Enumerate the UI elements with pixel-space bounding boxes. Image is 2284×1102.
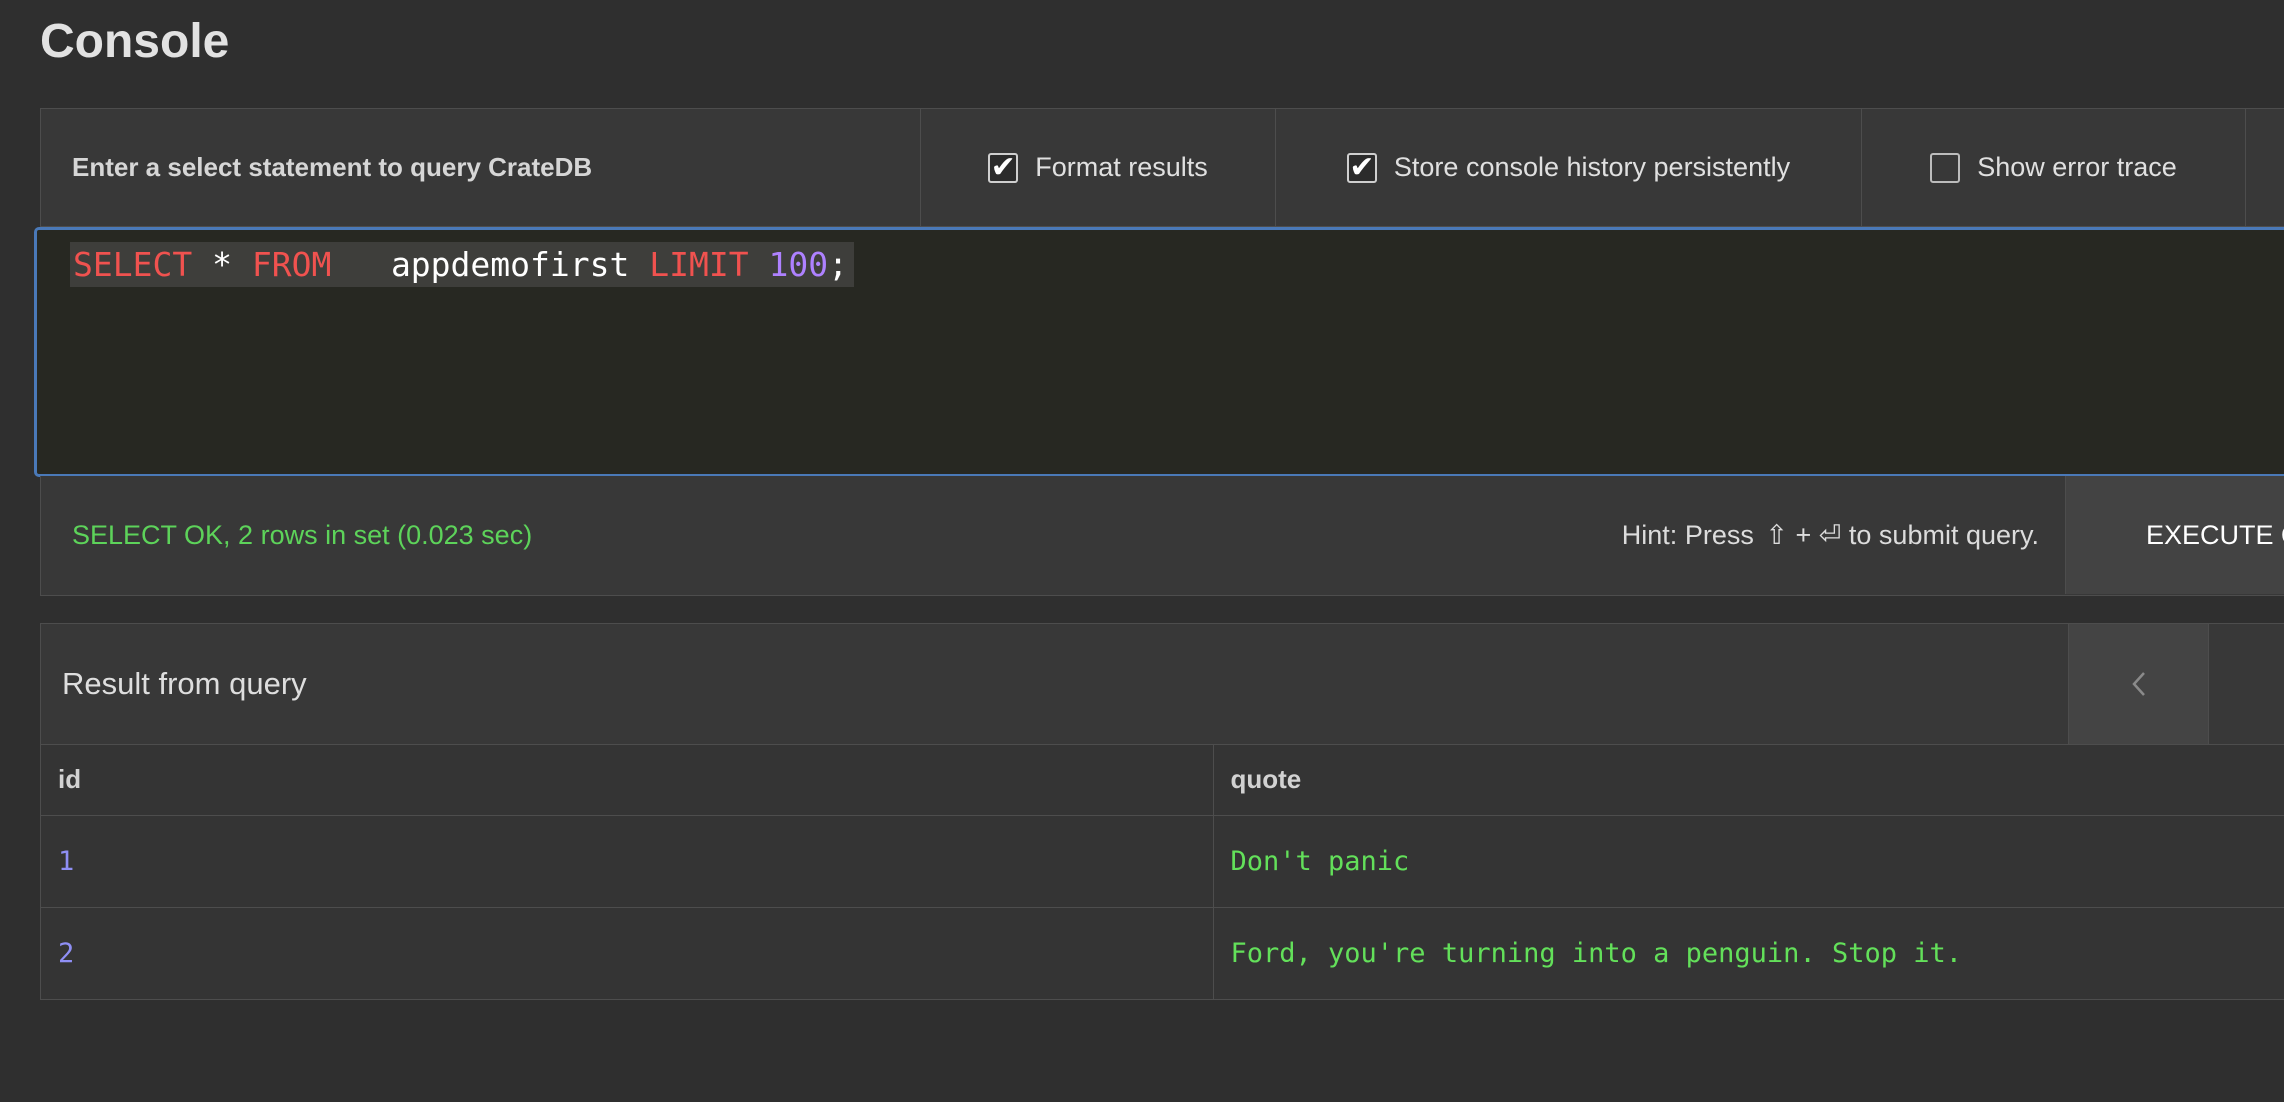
sql-keyword-select: SELECT [73, 245, 193, 284]
execute-query-button[interactable]: EXECUTE QUERY [2065, 476, 2284, 594]
query-status-bar: SELECT OK, 2 rows in set (0.023 sec) Hin… [40, 476, 2284, 596]
previous-page-button[interactable] [2068, 624, 2209, 744]
console-toolbar: Enter a select statement to query CrateD… [40, 108, 2284, 227]
cell-quote: Don't panic [1212, 815, 2284, 908]
query-status-message: SELECT OK, 2 rows in set (0.023 sec) [72, 520, 533, 550]
store-history-option[interactable]: ✔ Store console history persistently [1276, 109, 1862, 226]
console-page: Console Enter a select statement to quer… [0, 0, 2284, 1102]
checkmark-icon: ✔ [990, 149, 1016, 185]
page-title: Console [40, 15, 230, 68]
format-results-option[interactable]: ✔ Format results [921, 109, 1276, 226]
sql-code-line[interactable]: SELECT * FROM appdemofirst LIMIT 100; [70, 242, 854, 287]
query-prompt-label: Enter a select statement to query CrateD… [41, 109, 921, 226]
store-history-label: Store console history persistently [1393, 152, 1791, 182]
store-history-checkbox[interactable]: ✔ [1346, 149, 1377, 185]
show-error-trace-option[interactable]: Show error trace [1862, 109, 2246, 226]
column-header-id[interactable]: id [41, 745, 1213, 816]
cell-id: 2 [41, 907, 1213, 1000]
hint-suffix: to submit query. [1848, 520, 2039, 550]
hint-keys: ⇧ + ⏎ [1765, 520, 1842, 550]
table-row: 2 Ford, you're turning into a penguin. S… [41, 907, 2284, 1000]
result-title: Result from query [62, 666, 307, 701]
format-results-label: Format results [1035, 152, 1208, 182]
result-header: Result from query [41, 624, 2284, 745]
result-table: id quote 1 Don't panic 2 Ford, you're tu… [41, 745, 2284, 1000]
hint-prefix: Hint: Press [1621, 520, 1754, 550]
result-panel: Result from query id quote 1 Don't panic [40, 623, 2284, 1000]
sql-terminator: ; [828, 245, 848, 284]
sql-editor[interactable]: SELECT * FROM appdemofirst LIMIT 100; [34, 227, 2284, 477]
table-row: 1 Don't panic [41, 815, 2284, 908]
chevron-left-icon [2131, 672, 2145, 696]
result-header-row: id quote [41, 745, 2284, 816]
sql-keyword-from: FROM [251, 245, 332, 284]
checkmark-icon: ✔ [1349, 149, 1375, 185]
show-error-trace-label: Show error trace [1977, 152, 2177, 182]
cell-id: 1 [41, 815, 1213, 908]
sql-keyword-limit: LIMIT [649, 245, 749, 284]
cell-quote: Ford, you're turning into a penguin. Sto… [1212, 907, 2284, 1000]
submit-hint: Hint: Press ⇧ + ⏎ to submit query. [1041, 476, 2039, 594]
show-error-trace-checkbox[interactable] [1930, 152, 1961, 183]
format-results-checkbox[interactable]: ✔ [988, 149, 1019, 185]
sql-limit-value: 100 [768, 245, 829, 284]
sql-table-name: appdemofirst [390, 245, 630, 284]
column-header-quote[interactable]: quote [1212, 745, 2284, 816]
sql-star: * [212, 245, 232, 284]
